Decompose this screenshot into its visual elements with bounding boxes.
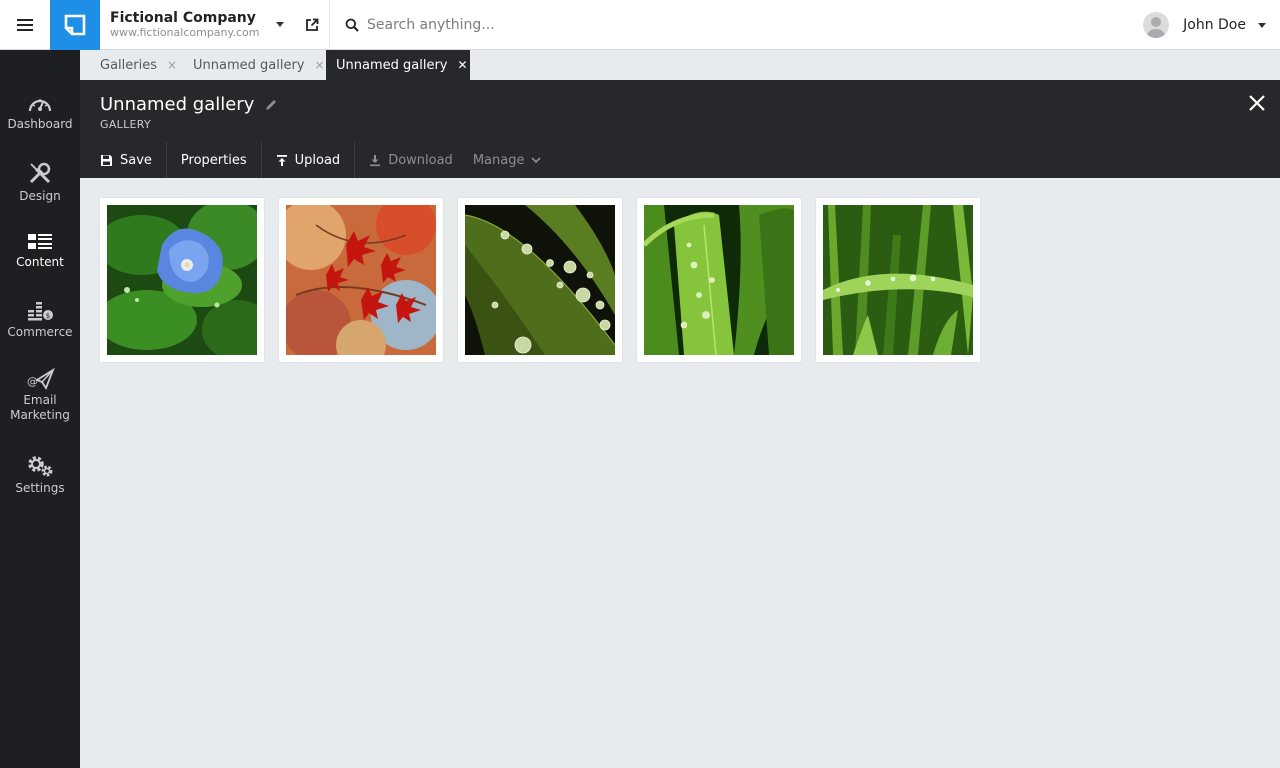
main-sidebar: Dashboard Design Content $ Commerce @ Em… [0, 50, 80, 768]
gears-icon [28, 456, 53, 477]
user-avatar-icon [1147, 17, 1166, 38]
sidebar-item-commerce[interactable]: $ Commerce [0, 300, 80, 340]
gallery-grid [100, 198, 995, 362]
tab-unnamed-gallery[interactable]: Unnamed gallery × [173, 50, 325, 80]
sidebar-item-label: Email [23, 393, 57, 407]
sidebar-item-design[interactable]: Design [0, 160, 80, 204]
sidebar-item-email-marketing[interactable]: @ Email Marketing [0, 368, 80, 423]
tab-label: Unnamed gallery [336, 57, 448, 73]
site-name: Fictional Company [110, 10, 256, 26]
tab-unnamed-gallery-active[interactable]: Unnamed gallery ✕ [326, 50, 470, 80]
top-bar: Fictional Company www.fictionalcompany.c… [0, 0, 1280, 50]
site-selector[interactable]: Fictional Company www.fictionalcompany.c… [100, 0, 294, 50]
close-tab-icon[interactable]: × [314, 58, 324, 72]
download-label: Download [388, 152, 453, 168]
image-blue-flower [107, 205, 257, 355]
svg-text:@: @ [27, 375, 38, 388]
save-button[interactable]: Save [80, 142, 167, 178]
rename-button[interactable] [264, 98, 278, 112]
gallery-thumbnail[interactable] [816, 198, 980, 362]
close-icon [1249, 95, 1265, 111]
manage-label: Manage [472, 152, 525, 168]
download-icon [370, 154, 381, 166]
search-input[interactable] [367, 17, 867, 33]
tab-galleries[interactable]: Galleries × [80, 50, 177, 80]
commerce-coins-icon: $ [28, 302, 53, 321]
properties-button[interactable]: Properties [167, 142, 262, 178]
dashboard-gauge-icon [28, 99, 52, 112]
avatar [1143, 12, 1170, 38]
toolbar: Save Properties Upload Download Manage [80, 142, 555, 178]
image-leaf-drops [465, 205, 615, 355]
sidebar-item-label: Content [16, 255, 64, 269]
content-list-icon [28, 234, 52, 249]
title-row: Unnamed gallery [100, 94, 278, 115]
image-grass-blade [823, 205, 973, 355]
sidebar-item-label: Settings [15, 481, 65, 495]
sidebar-item-label: Marketing [10, 408, 70, 422]
gallery-thumbnail[interactable] [458, 198, 622, 362]
svg-text:$: $ [46, 312, 50, 320]
close-editor-button[interactable] [1246, 92, 1268, 114]
image-green-leaves [644, 205, 794, 355]
chevron-down-icon [1258, 22, 1266, 28]
sidebar-item-content[interactable]: Content [0, 232, 80, 270]
floppy-disk-icon [101, 154, 112, 166]
editor-header: Unnamed gallery GALLERY Save Properties [80, 80, 1280, 178]
wrench-screwdriver-icon [29, 162, 51, 184]
pencil-icon [266, 99, 277, 110]
menu-toggle-button[interactable] [0, 0, 50, 50]
save-label: Save [120, 152, 152, 168]
sidebar-item-label: Commerce [7, 325, 73, 339]
tab-label: Unnamed gallery [193, 57, 305, 73]
email-paperplane-icon: @ [27, 368, 55, 390]
tab-bar: Galleries × Unnamed gallery × Unnamed ga… [80, 50, 1280, 80]
search-icon [345, 18, 359, 32]
download-button[interactable]: Download [355, 142, 467, 178]
site-url: www.fictionalcompany.com [110, 26, 260, 39]
page-subtitle: GALLERY [100, 118, 152, 131]
gallery-thumbnail[interactable] [637, 198, 801, 362]
properties-label: Properties [180, 152, 247, 168]
upload-button[interactable]: Upload [262, 142, 356, 178]
gallery-thumbnail[interactable] [279, 198, 443, 362]
hamburger-icon [17, 24, 33, 26]
upload-icon [276, 154, 287, 166]
tab-label: Galleries [100, 57, 157, 73]
chevron-down-icon [531, 156, 542, 163]
sidebar-item-label: Dashboard [7, 117, 73, 131]
app-logo[interactable] [50, 0, 100, 50]
sidebar-item-label: Design [19, 189, 61, 203]
image-red-maple [286, 205, 436, 355]
logo-icon [64, 14, 86, 36]
chevron-down-icon [276, 22, 284, 27]
user-name: John Doe [1183, 17, 1246, 33]
sidebar-item-settings[interactable]: Settings [0, 454, 80, 496]
upload-label: Upload [294, 152, 341, 168]
sidebar-item-dashboard[interactable]: Dashboard [0, 94, 80, 132]
gallery-thumbnail[interactable] [100, 198, 264, 362]
manage-dropdown[interactable]: Manage [467, 142, 556, 178]
page-title: Unnamed gallery [100, 94, 255, 115]
search-bar [331, 0, 931, 50]
external-link-icon [305, 18, 318, 31]
open-site-button[interactable] [294, 0, 330, 50]
close-tab-icon[interactable]: ✕ [457, 58, 467, 72]
user-menu[interactable]: John Doe [1143, 0, 1266, 50]
